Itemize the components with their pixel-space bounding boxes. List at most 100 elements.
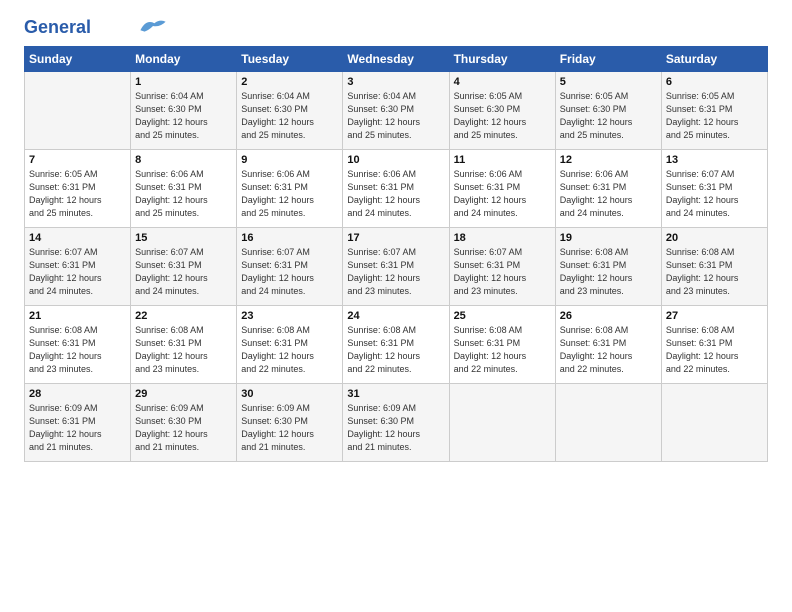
- cell-info: Sunrise: 6:05 AM Sunset: 6:30 PM Dayligh…: [560, 90, 657, 142]
- day-number: 29: [135, 388, 232, 400]
- cell-info: Sunrise: 6:09 AM Sunset: 6:31 PM Dayligh…: [29, 402, 126, 454]
- day-number: 17: [347, 232, 444, 244]
- day-number: 13: [666, 154, 763, 166]
- calendar-week-3: 14 Sunrise: 6:07 AM Sunset: 6:31 PM Dayli…: [25, 228, 768, 306]
- calendar-cell: 2 Sunrise: 6:04 AM Sunset: 6:30 PM Daylig…: [237, 72, 343, 150]
- cell-info: Sunrise: 6:08 AM Sunset: 6:31 PM Dayligh…: [666, 246, 763, 298]
- calendar-cell: 5 Sunrise: 6:05 AM Sunset: 6:30 PM Daylig…: [555, 72, 661, 150]
- day-number: 19: [560, 232, 657, 244]
- day-number: 21: [29, 310, 126, 322]
- calendar-cell: 24Sunrise: 6:08 AM Sunset: 6:31 PM Dayli…: [343, 306, 449, 384]
- day-number: 30: [241, 388, 338, 400]
- calendar-cell: 28 Sunrise: 6:09 AM Sunset: 6:31 PM Dayli…: [25, 384, 131, 462]
- cell-info: Sunrise: 6:08 AM Sunset: 6:31 PM Dayligh…: [347, 324, 444, 376]
- calendar-cell: [661, 384, 767, 462]
- calendar-cell: 23 Sunrise: 6:08 AM Sunset: 6:31 PM Dayli…: [237, 306, 343, 384]
- day-number: 15: [135, 232, 232, 244]
- cell-info: Sunrise: 6:07 AM Sunset: 6:31 PM Dayligh…: [347, 246, 444, 298]
- day-number: 27: [666, 310, 763, 322]
- day-number: 26: [560, 310, 657, 322]
- cell-info: Sunrise: 6:04 AM Sunset: 6:30 PM Dayligh…: [241, 90, 338, 142]
- day-number: 7: [29, 154, 126, 166]
- calendar-week-4: 21 Sunrise: 6:08 AM Sunset: 6:31 PM Dayli…: [25, 306, 768, 384]
- logo-text: General: [24, 18, 91, 36]
- cell-info: Sunrise: 6:08 AM Sunset: 6:31 PM Dayligh…: [454, 324, 551, 376]
- calendar-cell: 18Sunrise: 6:07 AM Sunset: 6:31 PM Dayli…: [449, 228, 555, 306]
- calendar-cell: [25, 72, 131, 150]
- day-number: 31: [347, 388, 444, 400]
- calendar-cell: 6 Sunrise: 6:05 AM Sunset: 6:31 PM Daylig…: [661, 72, 767, 150]
- day-number: 20: [666, 232, 763, 244]
- day-number: 4: [454, 76, 551, 88]
- cell-info: Sunrise: 6:09 AM Sunset: 6:30 PM Dayligh…: [347, 402, 444, 454]
- calendar-cell: 20 Sunrise: 6:08 AM Sunset: 6:31 PM Dayli…: [661, 228, 767, 306]
- cell-info: Sunrise: 6:08 AM Sunset: 6:31 PM Dayligh…: [241, 324, 338, 376]
- calendar-cell: 21 Sunrise: 6:08 AM Sunset: 6:31 PM Dayli…: [25, 306, 131, 384]
- day-number: 6: [666, 76, 763, 88]
- cell-info: Sunrise: 6:06 AM Sunset: 6:31 PM Dayligh…: [560, 168, 657, 220]
- col-header-saturday: Saturday: [661, 47, 767, 72]
- cell-info: Sunrise: 6:07 AM Sunset: 6:31 PM Dayligh…: [454, 246, 551, 298]
- day-number: 23: [241, 310, 338, 322]
- cell-info: Sunrise: 6:07 AM Sunset: 6:31 PM Dayligh…: [29, 246, 126, 298]
- day-number: 25: [454, 310, 551, 322]
- col-header-tuesday: Tuesday: [237, 47, 343, 72]
- day-number: 5: [560, 76, 657, 88]
- calendar-cell: 14 Sunrise: 6:07 AM Sunset: 6:31 PM Dayli…: [25, 228, 131, 306]
- day-number: 2: [241, 76, 338, 88]
- logo: General: [24, 18, 167, 36]
- cell-info: Sunrise: 6:08 AM Sunset: 6:31 PM Dayligh…: [560, 324, 657, 376]
- cell-info: Sunrise: 6:07 AM Sunset: 6:31 PM Dayligh…: [241, 246, 338, 298]
- cell-info: Sunrise: 6:09 AM Sunset: 6:30 PM Dayligh…: [241, 402, 338, 454]
- calendar-cell: 15 Sunrise: 6:07 AM Sunset: 6:31 PM Dayli…: [131, 228, 237, 306]
- cell-info: Sunrise: 6:04 AM Sunset: 6:30 PM Dayligh…: [347, 90, 444, 142]
- day-number: 11: [454, 154, 551, 166]
- cell-info: Sunrise: 6:06 AM Sunset: 6:31 PM Dayligh…: [454, 168, 551, 220]
- col-header-thursday: Thursday: [449, 47, 555, 72]
- day-number: 28: [29, 388, 126, 400]
- cell-info: Sunrise: 6:07 AM Sunset: 6:31 PM Dayligh…: [135, 246, 232, 298]
- calendar-cell: 25 Sunrise: 6:08 AM Sunset: 6:31 PM Dayli…: [449, 306, 555, 384]
- cell-info: Sunrise: 6:06 AM Sunset: 6:31 PM Dayligh…: [241, 168, 338, 220]
- calendar-cell: 9 Sunrise: 6:06 AM Sunset: 6:31 PM Daylig…: [237, 150, 343, 228]
- calendar-cell: 16 Sunrise: 6:07 AM Sunset: 6:31 PM Dayli…: [237, 228, 343, 306]
- cell-info: Sunrise: 6:09 AM Sunset: 6:30 PM Dayligh…: [135, 402, 232, 454]
- calendar-cell: 19 Sunrise: 6:08 AM Sunset: 6:31 PM Dayli…: [555, 228, 661, 306]
- calendar-cell: 17 Sunrise: 6:07 AM Sunset: 6:31 PM Dayli…: [343, 228, 449, 306]
- day-number: 22: [135, 310, 232, 322]
- calendar-cell: 11 Sunrise: 6:06 AM Sunset: 6:31 PM Dayli…: [449, 150, 555, 228]
- day-number: 16: [241, 232, 338, 244]
- day-number: 8: [135, 154, 232, 166]
- cell-info: Sunrise: 6:07 AM Sunset: 6:31 PM Dayligh…: [666, 168, 763, 220]
- col-header-wednesday: Wednesday: [343, 47, 449, 72]
- calendar-cell: 30 Sunrise: 6:09 AM Sunset: 6:30 PM Dayli…: [237, 384, 343, 462]
- day-number: 1: [135, 76, 232, 88]
- calendar-cell: 27Sunrise: 6:08 AM Sunset: 6:31 PM Dayli…: [661, 306, 767, 384]
- calendar-cell: 10Sunrise: 6:06 AM Sunset: 6:31 PM Dayli…: [343, 150, 449, 228]
- cell-info: Sunrise: 6:05 AM Sunset: 6:31 PM Dayligh…: [29, 168, 126, 220]
- cell-info: Sunrise: 6:08 AM Sunset: 6:31 PM Dayligh…: [29, 324, 126, 376]
- calendar-cell: 29 Sunrise: 6:09 AM Sunset: 6:30 PM Dayli…: [131, 384, 237, 462]
- calendar-cell: 12 Sunrise: 6:06 AM Sunset: 6:31 PM Dayli…: [555, 150, 661, 228]
- cell-info: Sunrise: 6:08 AM Sunset: 6:31 PM Dayligh…: [560, 246, 657, 298]
- day-number: 14: [29, 232, 126, 244]
- cell-info: Sunrise: 6:06 AM Sunset: 6:31 PM Dayligh…: [135, 168, 232, 220]
- calendar-cell: 22 Sunrise: 6:08 AM Sunset: 6:31 PM Dayli…: [131, 306, 237, 384]
- calendar-cell: 1Sunrise: 6:04 AM Sunset: 6:30 PM Daylig…: [131, 72, 237, 150]
- calendar-cell: 31 Sunrise: 6:09 AM Sunset: 6:30 PM Dayli…: [343, 384, 449, 462]
- calendar-cell: 4Sunrise: 6:05 AM Sunset: 6:30 PM Daylig…: [449, 72, 555, 150]
- day-number: 12: [560, 154, 657, 166]
- cell-info: Sunrise: 6:08 AM Sunset: 6:31 PM Dayligh…: [135, 324, 232, 376]
- calendar-cell: [555, 384, 661, 462]
- calendar-week-5: 28 Sunrise: 6:09 AM Sunset: 6:31 PM Dayli…: [25, 384, 768, 462]
- day-number: 10: [347, 154, 444, 166]
- calendar-cell: 3Sunrise: 6:04 AM Sunset: 6:30 PM Daylig…: [343, 72, 449, 150]
- header: General: [24, 18, 768, 36]
- day-number: 9: [241, 154, 338, 166]
- calendar-cell: 8 Sunrise: 6:06 AM Sunset: 6:31 PM Daylig…: [131, 150, 237, 228]
- col-header-friday: Friday: [555, 47, 661, 72]
- calendar-week-1: 1 Sunrise: 6:04 AM Sunset: 6:30 PM Daylig…: [25, 72, 768, 150]
- cell-info: Sunrise: 6:05 AM Sunset: 6:31 PM Dayligh…: [666, 90, 763, 142]
- calendar-cell: 7 Sunrise: 6:05 AM Sunset: 6:31 PM Daylig…: [25, 150, 131, 228]
- calendar-week-2: 7 Sunrise: 6:05 AM Sunset: 6:31 PM Daylig…: [25, 150, 768, 228]
